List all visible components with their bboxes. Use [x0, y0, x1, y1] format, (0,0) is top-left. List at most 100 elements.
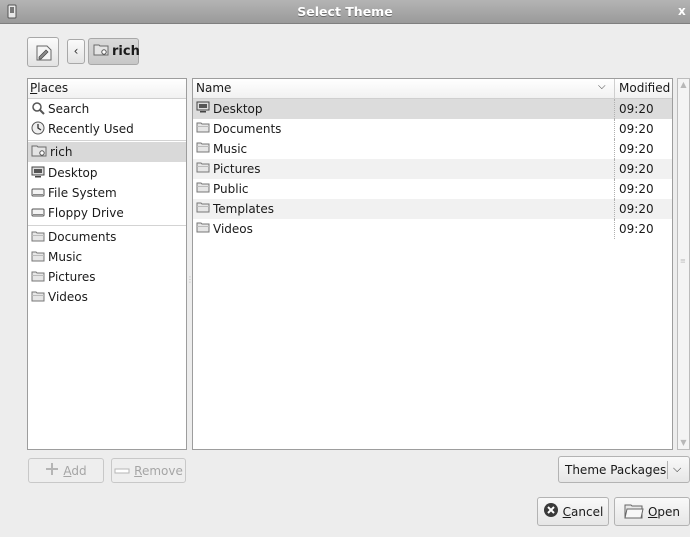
- file-modified: 09:20: [619, 182, 654, 196]
- file-modified: 09:20: [619, 142, 654, 156]
- column-divider: [614, 179, 615, 199]
- minus-icon: [114, 464, 130, 478]
- folder-icon: [31, 230, 45, 245]
- file-row-pictures[interactable]: Pictures 09:20: [193, 159, 672, 179]
- title-bar: Select Theme x: [0, 0, 690, 24]
- desktop-icon: [31, 166, 45, 181]
- select-divider: [667, 461, 668, 479]
- scroll-down-icon[interactable]: ▼: [679, 438, 688, 448]
- folder-icon: [196, 221, 210, 236]
- file-name: Public: [213, 181, 249, 196]
- file-modified: 09:20: [619, 202, 654, 216]
- places-sidebar[interactable]: Places Search Recently Used rich Desktop…: [27, 78, 187, 450]
- place-item-home[interactable]: rich: [28, 142, 186, 162]
- folder-icon: [196, 201, 210, 216]
- file-name: Videos: [213, 221, 253, 236]
- open-button-label: Open: [647, 504, 681, 519]
- window-title: Select Theme: [297, 4, 393, 19]
- places-separator: [28, 225, 186, 226]
- filter-selected-value: Theme Packages: [565, 462, 667, 477]
- open-folder-icon: [624, 501, 644, 522]
- column-divider: [614, 99, 615, 119]
- place-label: Search: [48, 102, 90, 116]
- place-label: Music: [48, 250, 83, 264]
- floppy-icon: [31, 206, 45, 221]
- pane-resize-handle[interactable]: ⋮: [186, 275, 194, 285]
- home-folder-icon: [31, 144, 47, 160]
- place-label: Videos: [48, 290, 88, 304]
- cancel-button[interactable]: Cancel: [537, 497, 609, 526]
- file-modified: 09:20: [619, 102, 654, 116]
- column-divider: [614, 159, 615, 179]
- folder-icon: [31, 270, 45, 285]
- search-icon: [31, 101, 45, 118]
- folder-icon: [196, 121, 210, 136]
- place-item-desktop[interactable]: Desktop: [28, 163, 186, 183]
- column-divider: [614, 199, 615, 219]
- place-item-file-system[interactable]: File System: [28, 183, 186, 203]
- plus-icon: [45, 462, 59, 479]
- folder-icon: [196, 161, 210, 176]
- path-button-label: rich: [112, 44, 140, 59]
- column-divider: [614, 139, 615, 159]
- cancel-button-label: Cancel: [562, 504, 604, 519]
- file-name: Desktop: [213, 101, 263, 116]
- place-label: rich: [50, 145, 73, 159]
- file-row-videos[interactable]: Videos 09:20: [193, 219, 672, 239]
- place-item-documents[interactable]: Documents: [28, 227, 186, 247]
- desktop-icon: [196, 101, 210, 116]
- place-item-search[interactable]: Search: [28, 99, 186, 119]
- place-label: Desktop: [48, 166, 98, 180]
- column-divider[interactable]: [614, 79, 615, 99]
- close-icon[interactable]: x: [678, 4, 690, 20]
- file-modified: 09:20: [619, 162, 654, 176]
- place-label: Pictures: [48, 270, 96, 284]
- scroll-up-icon[interactable]: ▲: [679, 80, 688, 90]
- place-item-music[interactable]: Music: [28, 247, 186, 267]
- column-header-modified[interactable]: Modified: [619, 81, 670, 95]
- folder-icon: [31, 290, 45, 305]
- remove-bookmark-button[interactable]: Remove: [111, 458, 186, 483]
- scroll-grip-icon: ≡: [680, 257, 686, 265]
- file-list-scrollbar[interactable]: ▲ ≡ ▼: [677, 78, 690, 450]
- add-bookmark-button[interactable]: Add: [28, 458, 104, 483]
- column-divider: [614, 219, 615, 239]
- path-button-home[interactable]: rich: [88, 38, 140, 65]
- type-location-button[interactable]: [27, 37, 59, 67]
- place-item-videos[interactable]: Videos: [28, 287, 186, 307]
- open-button[interactable]: Open: [614, 497, 690, 526]
- file-list-header: Name ⌵ Modified: [193, 79, 672, 99]
- file-row-public[interactable]: Public 09:20: [193, 179, 672, 199]
- place-label: File System: [48, 186, 117, 200]
- place-label: Floppy Drive: [48, 206, 124, 220]
- place-label: Documents: [48, 230, 117, 244]
- file-name: Templates: [213, 201, 275, 216]
- column-divider: [614, 119, 615, 139]
- file-name: Music: [213, 141, 248, 156]
- place-item-floppy-drive[interactable]: Floppy Drive: [28, 203, 186, 223]
- add-button-label: Add: [63, 463, 87, 478]
- folder-icon: [196, 181, 210, 196]
- file-row-music[interactable]: Music 09:20: [193, 139, 672, 159]
- recent-icon: [31, 121, 45, 138]
- file-row-templates[interactable]: Templates 09:20: [193, 199, 672, 219]
- cancel-icon: [543, 502, 559, 521]
- home-folder-icon: [93, 43, 109, 60]
- remove-button-label: Remove: [134, 463, 183, 478]
- file-type-filter-select[interactable]: Theme Packages ⌵: [558, 456, 690, 483]
- sort-down-icon: ⌵: [598, 81, 606, 92]
- file-row-desktop[interactable]: Desktop 09:20: [193, 99, 672, 119]
- file-row-documents[interactable]: Documents 09:20: [193, 119, 672, 139]
- file-list[interactable]: Name ⌵ Modified Desktop 09:20 Documents …: [192, 78, 673, 450]
- drive-icon: [31, 186, 45, 201]
- path-back-button[interactable]: ‹: [67, 39, 85, 64]
- place-item-recently-used[interactable]: Recently Used: [28, 119, 186, 139]
- file-modified: 09:20: [619, 222, 654, 236]
- chevron-down-icon: ⌵: [673, 462, 682, 475]
- file-modified: 09:20: [619, 122, 654, 136]
- folder-icon: [31, 250, 45, 265]
- places-header: Places: [28, 79, 186, 99]
- column-header-name[interactable]: Name: [196, 81, 231, 95]
- folder-icon: [196, 141, 210, 156]
- place-item-pictures[interactable]: Pictures: [28, 267, 186, 287]
